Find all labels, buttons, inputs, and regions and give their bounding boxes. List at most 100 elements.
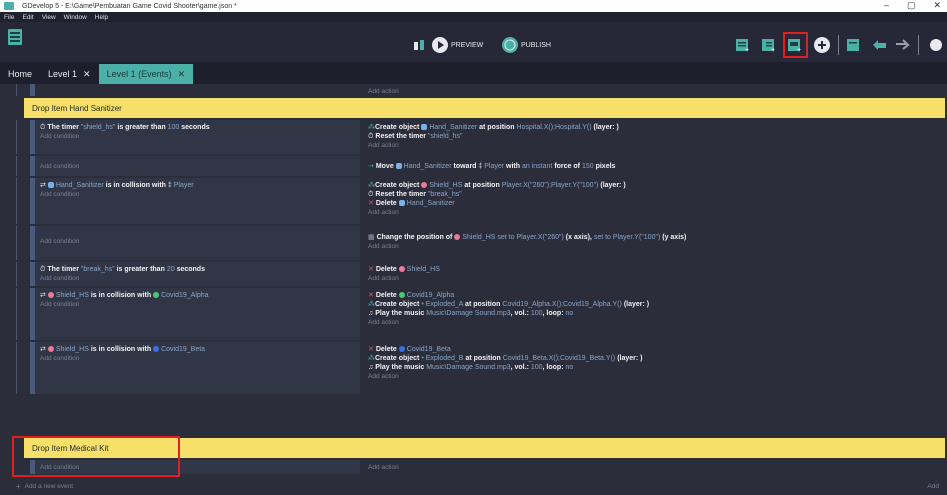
condition-area[interactable]: Add condition <box>30 226 360 260</box>
tree-line <box>16 262 17 286</box>
add-other-button[interactable] <box>813 36 831 54</box>
action-area[interactable]: ✕ Delete Covid19_Alpha ⁂Create object • … <box>364 288 947 340</box>
action-text[interactable]: ▦ Change the position of Shield_HS set t… <box>368 229 943 242</box>
create-object-icon: ⁂ <box>368 301 375 308</box>
action-text[interactable]: ♫ Play the music Music\Damage Sound.mp3,… <box>368 363 943 372</box>
add-condition-link[interactable]: Add condition <box>36 159 354 171</box>
tab-level1[interactable]: Level 1 ✕ <box>40 64 99 84</box>
globe-icon <box>502 37 518 53</box>
add-condition-link[interactable]: Add condition <box>36 300 354 309</box>
window-titlebar: GDevelop 5 - E:\Game\Pembuatan Game Covi… <box>0 0 947 12</box>
menu-window[interactable]: Window <box>64 14 87 21</box>
add-icon: + <box>16 482 21 491</box>
condition-text[interactable]: ⏱ The timer "break_hs" is greater than 2… <box>36 265 354 274</box>
collision-icon: ⇄ <box>40 182 48 189</box>
add-action-link[interactable]: Add action <box>368 242 943 251</box>
add-action-link[interactable]: Add action <box>368 318 943 327</box>
redo-button[interactable] <box>894 37 912 53</box>
add-trailing-link[interactable]: Add <box>927 482 939 491</box>
action-text[interactable]: ⁂Create object Shield_HS at position Pla… <box>368 181 943 190</box>
condition-area[interactable]: Add condition <box>30 156 360 176</box>
edit-scene-button[interactable] <box>846 37 862 53</box>
menu-edit[interactable]: Edit <box>22 14 33 21</box>
add-condition-link[interactable]: Add condition <box>36 274 354 283</box>
add-action-link[interactable]: Add action <box>368 141 943 150</box>
close-tab-icon[interactable]: ✕ <box>178 69 186 80</box>
menu-file[interactable]: File <box>4 14 14 21</box>
action-area[interactable]: ▦ Change the position of Shield_HS set t… <box>364 226 947 260</box>
close-button[interactable]: ✕ <box>933 0 941 11</box>
close-tab-icon[interactable]: ✕ <box>83 69 91 80</box>
condition-area[interactable]: ⇄ Hand_Sanitizer is in collision with ‡ … <box>30 178 360 224</box>
action-area[interactable]: Add action <box>364 460 947 474</box>
add-condition-link[interactable]: Add condition <box>36 354 354 363</box>
action-text[interactable]: ♫ Play the music Music\Damage Sound.mp3,… <box>368 309 943 318</box>
delete-icon: ✕ <box>368 200 376 207</box>
position-icon: ▦ <box>368 234 377 241</box>
highlight-box-medical-kit <box>12 436 180 477</box>
tab-label: Home <box>8 69 33 79</box>
maximize-button[interactable]: ▢ <box>907 0 916 11</box>
action-area[interactable]: ⁂Create object Shield_HS at position Pla… <box>364 178 947 224</box>
action-text[interactable]: ⏱ Reset the timer "break_hs" <box>368 190 943 199</box>
add-condition-link[interactable]: Add condition <box>36 132 354 141</box>
condition-area[interactable]: ⏱ The timer "shield_hs" is greater than … <box>30 120 360 154</box>
add-action-link[interactable]: Add action <box>368 87 943 96</box>
menu-view[interactable]: View <box>42 14 56 21</box>
tab-level1-events[interactable]: Level 1 (Events) ✕ <box>98 64 194 84</box>
project-manager-button[interactable] <box>8 29 22 45</box>
add-event-button[interactable]: + <box>735 37 751 53</box>
condition-text[interactable]: ⇄ Hand_Sanitizer is in collision with ‡ … <box>36 181 354 190</box>
add-new-event-link[interactable]: + Add a new event <box>16 482 73 491</box>
action-text[interactable]: ⁂Create object Hand_Sanitizer at positio… <box>368 123 943 132</box>
object-icon <box>398 200 405 207</box>
add-subevent-button[interactable]: + <box>761 37 777 53</box>
action-text[interactable]: ⁂Create object • Exploded_A at position … <box>368 300 943 309</box>
action-text[interactable]: ⇢ Move Hand_Sanitizer toward ‡ Player wi… <box>368 159 943 171</box>
add-action-link[interactable]: Add action <box>368 463 943 472</box>
preview-button[interactable]: PREVIEW <box>432 36 483 54</box>
undo-button[interactable] <box>870 37 888 53</box>
add-action-link[interactable]: Add action <box>368 274 943 283</box>
action-text[interactable]: ✕ Delete Shield_HS <box>368 265 943 274</box>
add-new-event-label: Add a new event <box>24 483 74 490</box>
add-condition-link[interactable]: Add condition <box>36 229 354 246</box>
action-area[interactable]: ✕ Delete Shield_HS Add action <box>364 262 947 286</box>
minimize-button[interactable]: – <box>884 0 889 11</box>
move-icon: ⇢ <box>368 163 376 170</box>
add-action-link[interactable]: Add action <box>368 372 943 381</box>
condition-text[interactable]: ⇄ Shield_HS is in collision with Covid19… <box>36 345 354 354</box>
condition-text[interactable]: ⇄ Shield_HS is in collision with Covid19… <box>36 291 354 300</box>
settings-button[interactable] <box>929 38 943 52</box>
redo-icon <box>896 39 910 50</box>
action-text[interactable]: ✕ Delete Covid19_Beta <box>368 345 943 354</box>
add-action-link[interactable]: Add action <box>368 208 943 217</box>
event-sheet: Add action Drop Item Hand Sanitizer ⏱ Th… <box>0 84 947 495</box>
tree-line <box>16 120 17 154</box>
action-text[interactable]: ✕ Delete Covid19_Alpha <box>368 291 943 300</box>
action-area: Add action <box>364 84 947 96</box>
toolbar-divider <box>838 35 839 55</box>
condition-area[interactable]: ⏱ The timer "break_hs" is greater than 2… <box>30 262 360 286</box>
condition-area[interactable]: ⇄ Shield_HS is in collision with Covid19… <box>30 288 360 340</box>
action-area[interactable]: ✕ Delete Covid19_Beta ⁂Create object • E… <box>364 342 947 394</box>
tab-label: Level 1 (Events) <box>106 69 172 79</box>
action-text[interactable]: ⏱ Reset the timer "shield_hs" <box>368 132 943 141</box>
action-area[interactable]: ⇢ Move Hand_Sanitizer toward ‡ Player wi… <box>364 156 947 176</box>
action-area[interactable]: ⁂Create object Hand_Sanitizer at positio… <box>364 120 947 154</box>
tab-home[interactable]: Home <box>0 64 40 84</box>
publish-button[interactable]: PUBLISH <box>502 36 551 54</box>
condition-area[interactable]: ⇄ Shield_HS is in collision with Covid19… <box>30 342 360 394</box>
action-text[interactable]: ⁂Create object • Exploded_B at position … <box>368 354 943 363</box>
debugger-button[interactable] <box>412 38 426 52</box>
create-object-icon: ⁂ <box>368 182 375 189</box>
event-group-hand-sanitizer[interactable]: Drop Item Hand Sanitizer <box>24 98 945 118</box>
event-row: Add condition ⇢ Move Hand_Sanitizer towa… <box>0 156 947 176</box>
preview-label: PREVIEW <box>451 41 484 49</box>
virus-beta-icon <box>398 346 405 353</box>
condition-text[interactable]: ⏱ The timer "shield_hs" is greater than … <box>36 123 354 132</box>
menu-help[interactable]: Help <box>95 14 108 21</box>
action-text[interactable]: ✕ Delete Hand_Sanitizer <box>368 199 943 208</box>
add-condition-link[interactable]: Add condition <box>36 190 354 199</box>
tab-label: Level 1 <box>48 69 78 79</box>
